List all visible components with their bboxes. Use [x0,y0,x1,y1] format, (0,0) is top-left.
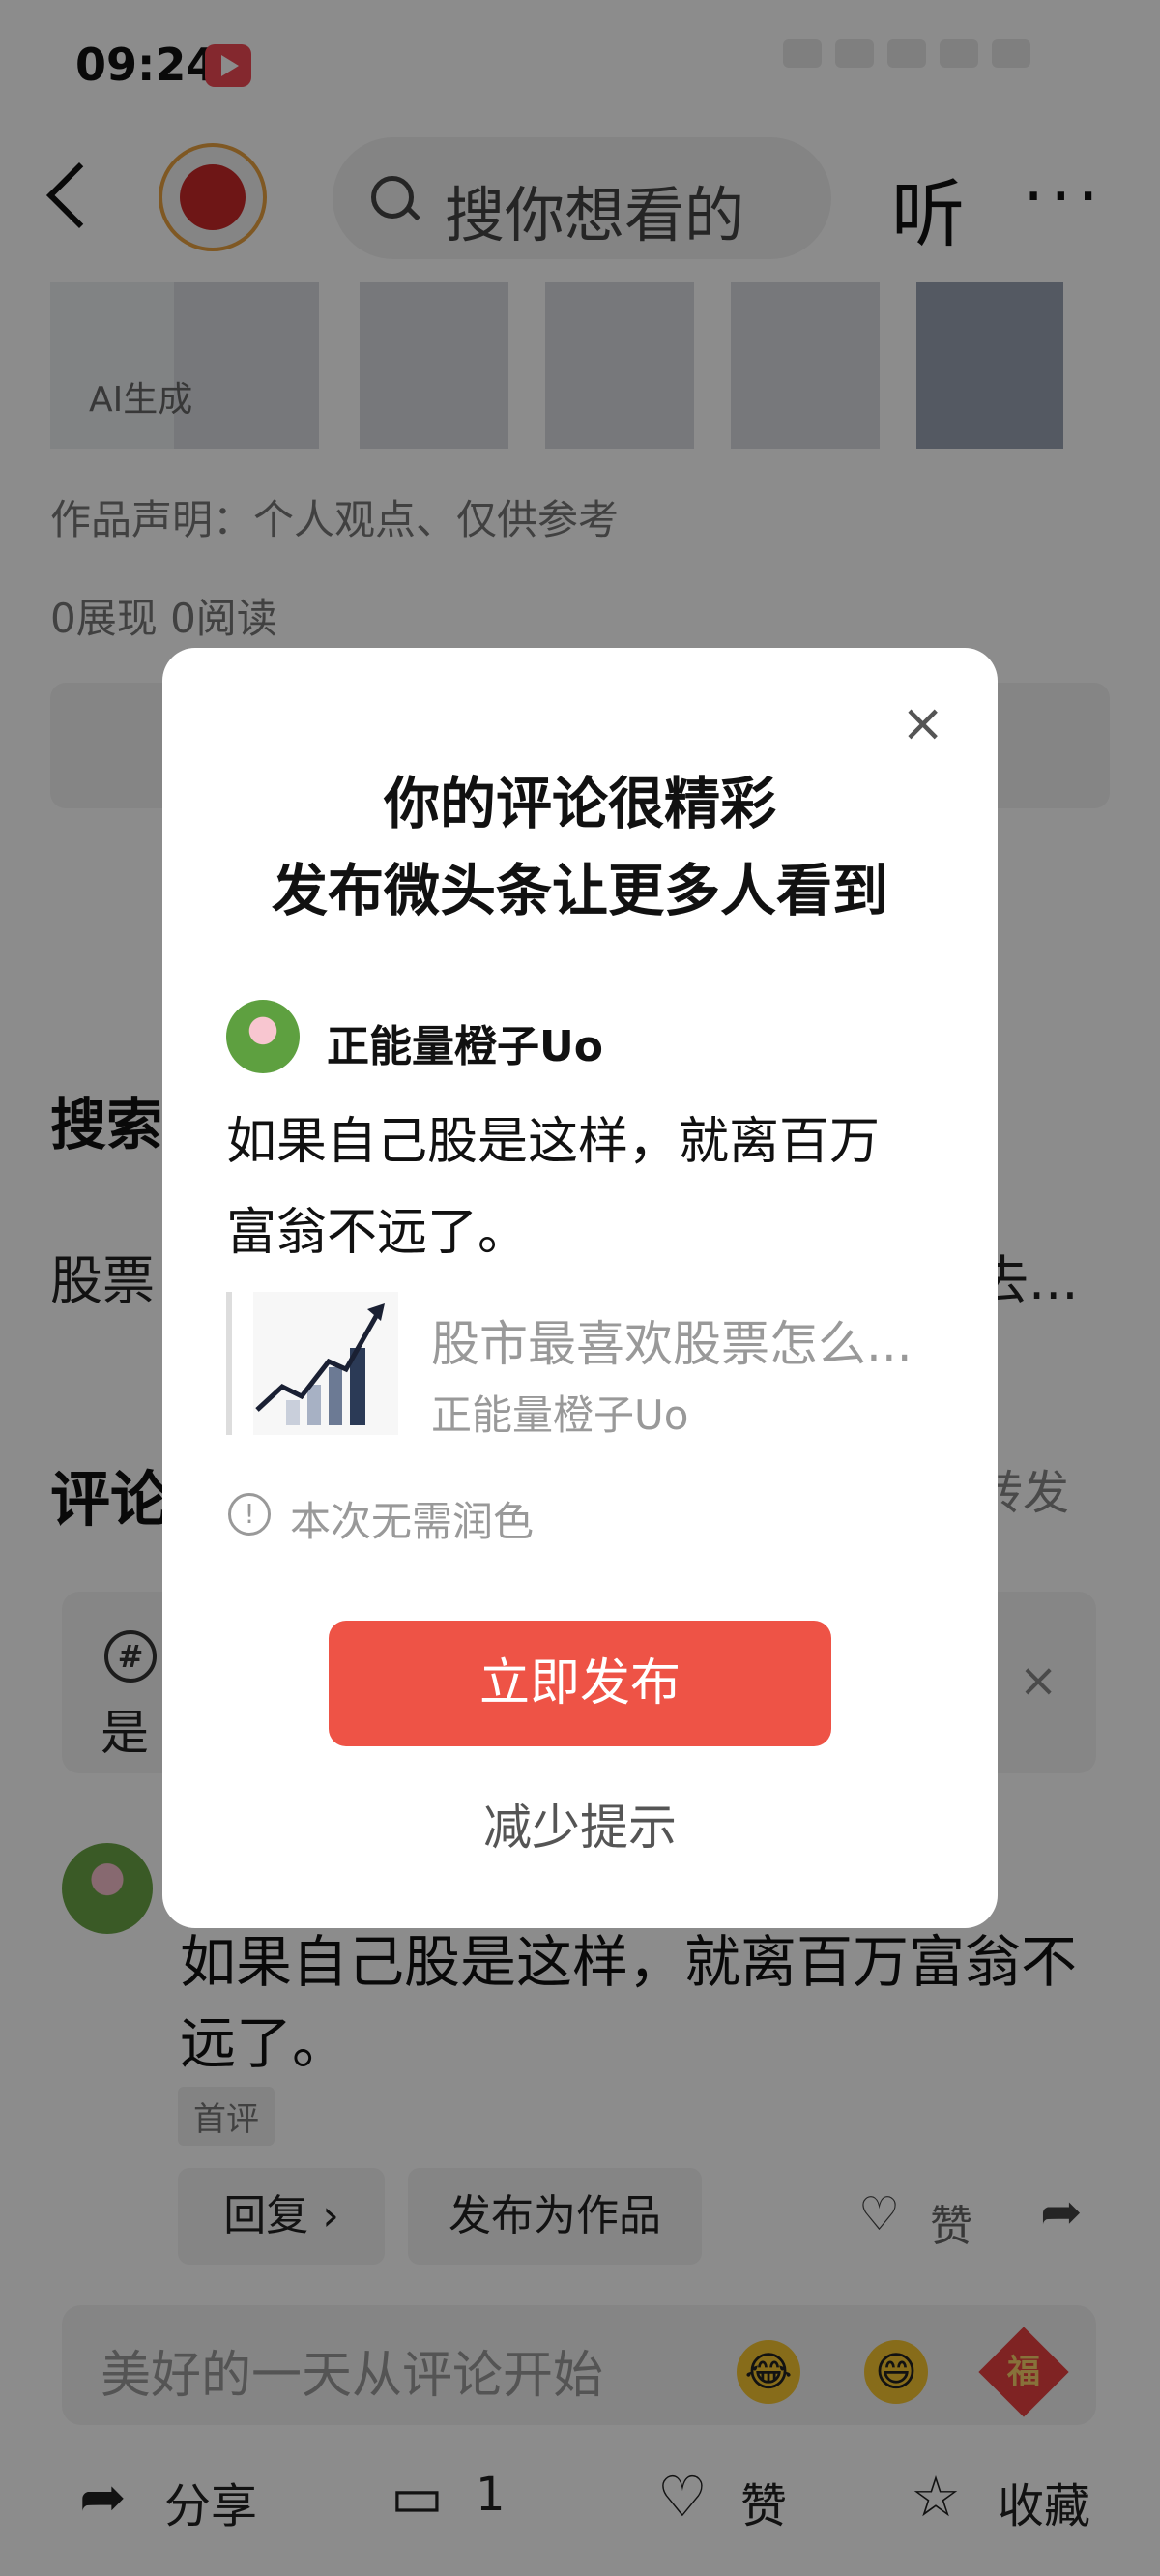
quoted-article-title: 股市最喜欢股票怎么... [431,1316,913,1372]
preview-comment-text: 如果自己股是这样，就离百万 [226,1113,881,1171]
dialog-title: 你的评论很精彩 [383,771,776,836]
username: 正能量橙子Uo [327,1022,603,1071]
quote-bar [226,1292,232,1435]
publish-now-button[interactable]: 立即发布 [329,1621,831,1746]
info-icon: ! [228,1493,271,1536]
reduce-prompts-link[interactable]: 减少提示 [162,1789,998,1859]
user-avatar [226,1000,300,1073]
stock-chart-thumbnail [253,1292,398,1435]
preview-comment-text-cont: 富翁不远了。 [226,1204,529,1262]
close-icon[interactable]: × [901,692,944,753]
dialog-subtitle: 发布微头条让更多人看到 [271,858,888,923]
info-text: 本次无需润色 [290,1498,535,1545]
quoted-article-author: 正能量橙子Uo [431,1391,689,1439]
